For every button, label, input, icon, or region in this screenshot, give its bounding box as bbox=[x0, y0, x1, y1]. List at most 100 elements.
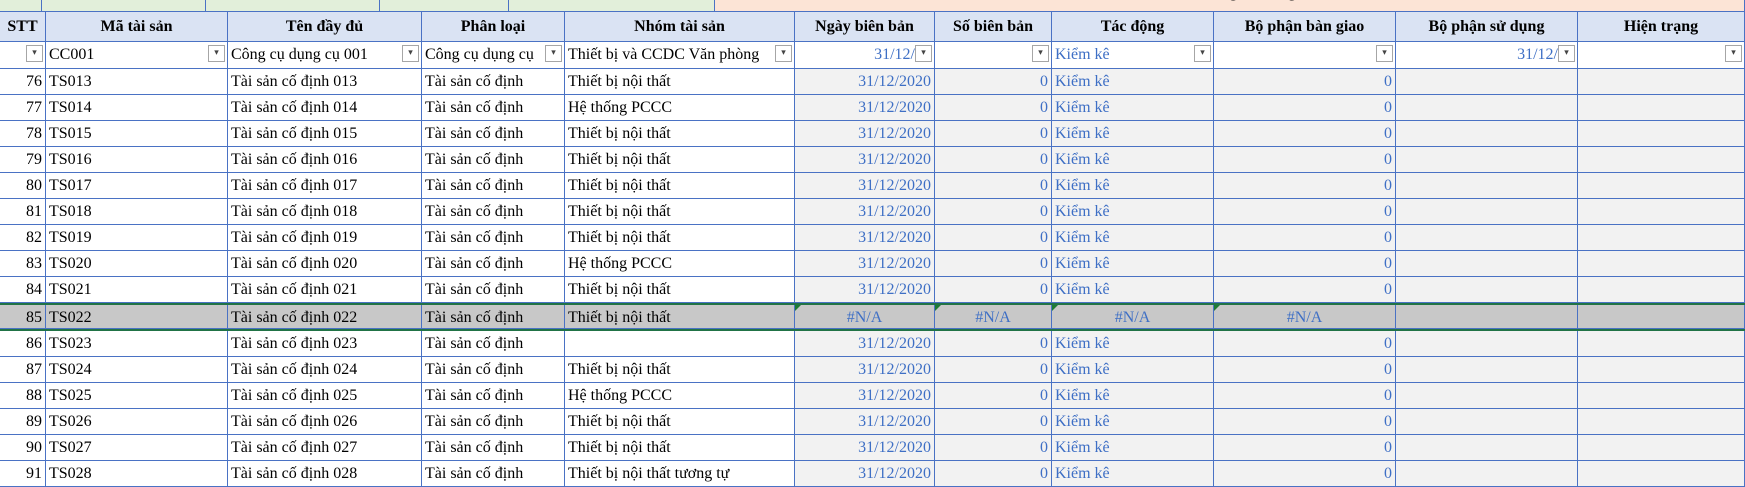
filter-dropdown-icon[interactable]: ▾ bbox=[915, 45, 932, 62]
cell-full-name[interactable]: Tài sản cố định 026 bbox=[228, 409, 422, 435]
cell-status[interactable] bbox=[1578, 357, 1745, 383]
cell-handover-dept[interactable]: 0 bbox=[1214, 69, 1396, 95]
cell-record-number[interactable]: 0 bbox=[935, 173, 1052, 199]
cell-record-number[interactable]: 0 bbox=[935, 409, 1052, 435]
filter-dropdown-icon[interactable]: ▾ bbox=[1032, 45, 1049, 62]
column-header-category[interactable]: Phân loại bbox=[422, 12, 565, 42]
cell-asset-code[interactable]: TS025 bbox=[46, 383, 228, 409]
cell-record-date[interactable]: 31/12/2020 bbox=[795, 173, 935, 199]
cell-record-number[interactable]: 0 bbox=[935, 251, 1052, 277]
cell-stt[interactable]: 88 bbox=[0, 383, 46, 409]
cell-action[interactable]: Kiểm kê bbox=[1052, 147, 1214, 173]
cell-using-dept[interactable] bbox=[1396, 225, 1578, 251]
cell-asset-group[interactable]: Thiết bị nội thất bbox=[565, 277, 795, 303]
cell-using-dept[interactable] bbox=[1396, 383, 1578, 409]
cell-using-dept[interactable] bbox=[1396, 199, 1578, 225]
cell-using-dept[interactable] bbox=[1396, 409, 1578, 435]
cell-asset-group[interactable] bbox=[565, 331, 795, 357]
filter-cell-record-date[interactable]: 31/12/20 ▾ bbox=[795, 42, 935, 69]
table-row[interactable]: 90 TS027 Tài sản cố định 027 Tài sản cố địn… bbox=[0, 435, 1745, 461]
cell-full-name[interactable]: Tài sản cố định 019 bbox=[228, 225, 422, 251]
cell-using-dept[interactable] bbox=[1396, 357, 1578, 383]
table-row[interactable]: 82 TS019 Tài sản cố định 019 Tài sản cố địn… bbox=[0, 225, 1745, 251]
cell-stt[interactable]: 77 bbox=[0, 95, 46, 121]
filter-cell-stt[interactable]: ▾ bbox=[0, 42, 46, 69]
cell-asset-code[interactable]: TS015 bbox=[46, 121, 228, 147]
cell-record-date[interactable]: 31/12/2020 bbox=[795, 147, 935, 173]
cell-asset-group[interactable]: Thiết bị nội thất tương tự bbox=[565, 461, 795, 487]
cell-asset-code[interactable]: TS028 bbox=[46, 461, 228, 487]
filter-dropdown-icon[interactable]: ▾ bbox=[208, 45, 225, 62]
cell-status[interactable] bbox=[1578, 409, 1745, 435]
cell-asset-code[interactable]: TS019 bbox=[46, 225, 228, 251]
cell-using-dept[interactable] bbox=[1396, 147, 1578, 173]
cell-record-date[interactable]: 31/12/2020 bbox=[795, 461, 935, 487]
cell-category[interactable]: Tài sản cố định bbox=[422, 173, 565, 199]
cell-using-dept[interactable] bbox=[1396, 305, 1578, 329]
cell-action[interactable]: Kiểm kê bbox=[1052, 461, 1214, 487]
column-header-status[interactable]: Hiện trạng bbox=[1578, 12, 1745, 42]
cell-asset-code[interactable]: TS027 bbox=[46, 435, 228, 461]
cell-record-number[interactable]: 0 bbox=[935, 147, 1052, 173]
table-row[interactable]: 87 TS024 Tài sản cố định 024 Tài sản cố địn… bbox=[0, 357, 1745, 383]
cell-asset-group[interactable]: Thiết bị nội thất bbox=[565, 173, 795, 199]
cell-asset-group[interactable]: Thiết bị nội thất bbox=[565, 225, 795, 251]
cell-category[interactable]: Tài sản cố định bbox=[422, 225, 565, 251]
cell-category[interactable]: Tài sản cố định bbox=[422, 147, 565, 173]
cell-asset-code[interactable]: TS023 bbox=[46, 331, 228, 357]
cell-record-number[interactable]: 0 bbox=[935, 95, 1052, 121]
group-title[interactable]: Tình trạng sử dụng bbox=[715, 0, 1745, 12]
cell-stt[interactable]: 82 bbox=[0, 225, 46, 251]
cell-full-name[interactable]: Tài sản cố định 021 bbox=[228, 277, 422, 303]
table-row[interactable]: 79 TS016 Tài sản cố định 016 Tài sản cố địn… bbox=[0, 147, 1745, 173]
cell-record-number[interactable]: 0 bbox=[935, 121, 1052, 147]
column-header-record-number[interactable]: Số biên bản bbox=[935, 12, 1052, 42]
cell-asset-group[interactable]: Hệ thống PCCC bbox=[565, 383, 795, 409]
cell-status[interactable] bbox=[1578, 121, 1745, 147]
cell-action[interactable]: Kiểm kê bbox=[1052, 331, 1214, 357]
cell-full-name[interactable]: Tài sản cố định 022 bbox=[228, 305, 422, 329]
filter-dropdown-icon[interactable]: ▾ bbox=[402, 45, 419, 62]
cell-status[interactable] bbox=[1578, 277, 1745, 303]
cell-stt[interactable]: 84 bbox=[0, 277, 46, 303]
cell-asset-code[interactable]: TS018 bbox=[46, 199, 228, 225]
table-row[interactable]: 76 TS013 Tài sản cố định 013 Tài sản cố địn… bbox=[0, 69, 1745, 95]
filter-cell-using-dept[interactable]: 31/12/20 ▾ bbox=[1396, 42, 1578, 69]
cell-category[interactable]: Tài sản cố định bbox=[422, 251, 565, 277]
filter-cell-handover-dept[interactable]: ▾ bbox=[1214, 42, 1396, 69]
cell-handover-dept[interactable]: 0 bbox=[1214, 199, 1396, 225]
cell-status[interactable] bbox=[1578, 331, 1745, 357]
cell-status[interactable] bbox=[1578, 173, 1745, 199]
cell-using-dept[interactable] bbox=[1396, 173, 1578, 199]
cell-handover-dept[interactable]: 0 bbox=[1214, 95, 1396, 121]
cell-record-date[interactable]: 31/12/2020 bbox=[795, 357, 935, 383]
cell-category[interactable]: Tài sản cố định bbox=[422, 331, 565, 357]
cell-handover-dept[interactable]: 0 bbox=[1214, 383, 1396, 409]
cell-using-dept[interactable] bbox=[1396, 69, 1578, 95]
cell-record-number[interactable]: 0 bbox=[935, 331, 1052, 357]
cell-full-name[interactable]: Tài sản cố định 024 bbox=[228, 357, 422, 383]
cell-record-number[interactable]: 0 bbox=[935, 225, 1052, 251]
cell-using-dept[interactable] bbox=[1396, 461, 1578, 487]
cell-status[interactable] bbox=[1578, 251, 1745, 277]
cell-record-number[interactable]: 0 bbox=[935, 199, 1052, 225]
cell-asset-group[interactable]: Thiết bị nội thất bbox=[565, 305, 795, 329]
cell-full-name[interactable]: Tài sản cố định 025 bbox=[228, 383, 422, 409]
cell-status[interactable] bbox=[1578, 305, 1745, 329]
cell-full-name[interactable]: Tài sản cố định 017 bbox=[228, 173, 422, 199]
cell-asset-code[interactable]: TS020 bbox=[46, 251, 228, 277]
table-row[interactable]: 85 TS022 Tài sản cố định 022 Tài sản cố địn… bbox=[0, 303, 1745, 331]
cell-status[interactable] bbox=[1578, 383, 1745, 409]
table-row[interactable]: 91 TS028 Tài sản cố định 028 Tài sản cố địn… bbox=[0, 461, 1745, 487]
cell-record-date[interactable]: 31/12/2020 bbox=[795, 225, 935, 251]
cell-action[interactable]: Kiểm kê bbox=[1052, 277, 1214, 303]
table-row[interactable]: 88 TS025 Tài sản cố định 025 Tài sản cố địn… bbox=[0, 383, 1745, 409]
filter-dropdown-icon[interactable]: ▾ bbox=[1725, 45, 1742, 62]
cell-record-date[interactable]: 31/12/2020 bbox=[795, 95, 935, 121]
cell-status[interactable] bbox=[1578, 199, 1745, 225]
column-header-stt[interactable]: STT bbox=[0, 12, 46, 42]
cell-asset-group[interactable]: Thiết bị nội thất bbox=[565, 69, 795, 95]
cell-full-name[interactable]: Tài sản cố định 028 bbox=[228, 461, 422, 487]
cell-action[interactable]: Kiểm kê bbox=[1052, 383, 1214, 409]
filter-cell-action[interactable]: Kiểm kê ▾ bbox=[1052, 42, 1214, 69]
